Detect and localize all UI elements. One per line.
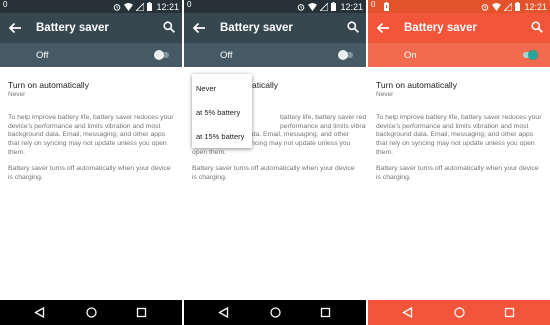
switch-label: Off <box>36 50 49 61</box>
square-recents-icon[interactable] <box>504 307 515 318</box>
panel-battery-saver-on: 0 12:21 Battery saver On Turn on automat… <box>368 0 550 325</box>
wifi-icon <box>492 2 502 11</box>
battery-saver-toggle[interactable] <box>154 50 170 60</box>
toolbar: Battery saver <box>0 13 182 43</box>
turn-on-automatically-value: Never <box>8 91 26 98</box>
turn-on-automatically-title[interactable]: Turn on automatically <box>8 80 89 90</box>
search-icon[interactable] <box>531 21 543 33</box>
turn-on-automatically-title-partial: atically <box>252 80 278 90</box>
page-title: Battery saver <box>220 22 293 34</box>
auto-turn-on-dropdown-menu: Never at 5% battery at 15% battery <box>192 74 252 148</box>
battery-saver-toggle[interactable] <box>338 50 354 60</box>
master-switch-bar[interactable]: Off <box>184 43 366 67</box>
navigation-bar <box>0 300 182 325</box>
square-recents-icon[interactable] <box>320 307 331 318</box>
switch-label: On <box>404 50 417 61</box>
dropdown-option-never[interactable]: Never <box>196 84 216 93</box>
toolbar: Battery saver <box>184 13 366 43</box>
status-time: 12:21 <box>156 1 179 12</box>
battery-saver-notification-icon <box>384 2 389 11</box>
battery-saver-toggle[interactable] <box>522 50 538 60</box>
dropdown-option-5-percent[interactable]: at 5% battery <box>196 108 240 117</box>
description-line-1: battery life, battery saver reduces <box>280 114 366 121</box>
signal-icon <box>136 2 145 11</box>
status-bar: 0 12:21 <box>0 0 182 13</box>
battery-saver-charging-note: Battery saver turns off automatically wh… <box>8 165 171 181</box>
status-time: 12:21 <box>524 1 547 12</box>
notification-count: 0 <box>187 0 192 9</box>
description-line-2: performance and limits vibration and <box>280 122 366 130</box>
signal-icon <box>504 2 513 11</box>
panel-battery-saver-off: 0 12:21 Battery saver Off Turn on automa… <box>0 0 182 325</box>
master-switch-bar[interactable]: On <box>368 43 550 67</box>
panel-battery-saver-dropdown: 0 12:21 Battery saver Off atically batte… <box>184 0 366 325</box>
screenshot-triptych: 0 12:21 Battery saver Off Turn on automa… <box>0 0 550 325</box>
status-bar: 0 12:21 <box>184 0 366 13</box>
arrow-back-icon[interactable] <box>8 21 22 35</box>
battery-saver-charging-note: Battery saver turns off automatically wh… <box>192 165 355 181</box>
battery-saver-description: To help improve battery life, battery sa… <box>8 114 174 156</box>
navigation-bar <box>368 300 550 325</box>
alarm-icon <box>482 3 489 11</box>
battery-saver-description: To help improve battery life, battery sa… <box>376 114 542 156</box>
navigation-bar <box>184 300 366 325</box>
battery-icon <box>331 2 337 11</box>
battery-icon <box>147 2 153 11</box>
arrow-back-icon[interactable] <box>192 21 206 35</box>
triangle-back-icon[interactable] <box>402 307 413 318</box>
toolbar: Battery saver <box>368 13 550 43</box>
switch-label: Off <box>220 50 233 61</box>
status-bar: 0 12:21 <box>368 0 550 13</box>
search-icon[interactable] <box>163 21 175 33</box>
status-time: 12:21 <box>340 1 363 12</box>
search-icon[interactable] <box>347 21 359 33</box>
master-switch-bar[interactable]: Off <box>0 43 182 67</box>
notification-count: 0 <box>3 0 8 9</box>
page-title: Battery saver <box>36 22 109 34</box>
circle-home-icon[interactable] <box>454 307 465 318</box>
circle-home-icon[interactable] <box>86 307 97 318</box>
arrow-back-icon[interactable] <box>376 21 390 35</box>
alarm-icon <box>114 3 121 11</box>
circle-home-icon[interactable] <box>270 307 281 318</box>
page-title: Battery saver <box>404 22 477 34</box>
square-recents-icon[interactable] <box>136 307 147 318</box>
wifi-icon <box>124 2 134 11</box>
wifi-icon <box>308 2 318 11</box>
battery-saver-charging-note: Battery saver turns off automatically wh… <box>376 165 539 181</box>
battery-icon <box>515 2 521 11</box>
triangle-back-icon[interactable] <box>34 307 45 318</box>
turn-on-automatically-title[interactable]: Turn on automatically <box>376 80 457 90</box>
notification-count: 0 <box>371 0 376 9</box>
dropdown-option-15-percent[interactable]: at 15% battery <box>196 132 244 141</box>
triangle-back-icon[interactable] <box>218 307 229 318</box>
turn-on-automatically-value: Never <box>376 91 394 98</box>
alarm-icon <box>298 3 305 11</box>
signal-icon <box>320 2 329 11</box>
